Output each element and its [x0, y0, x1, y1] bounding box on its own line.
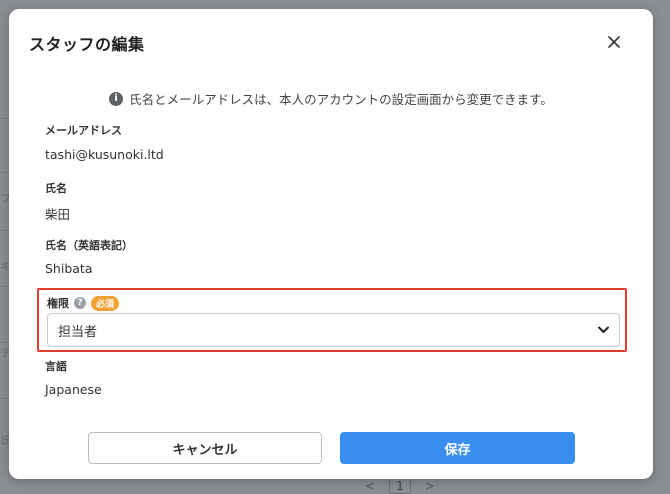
name-label: 氏名	[45, 182, 67, 195]
name-value: 柴田	[45, 207, 71, 222]
pagination-next: >	[424, 479, 435, 493]
permission-selected-value: 担当者	[58, 324, 98, 340]
required-badge: 必須	[91, 295, 120, 311]
email-label: メールアドレス	[45, 124, 122, 137]
help-icon[interactable]: ?	[74, 297, 86, 309]
pagination-page: 1	[389, 478, 411, 494]
info-icon: i	[109, 91, 124, 106]
modal-header: スタッフの編集	[29, 31, 633, 55]
permission-label: 権限	[47, 297, 69, 310]
pagination-prev: <	[365, 479, 376, 493]
permission-select[interactable]: 担当者	[47, 313, 620, 347]
name-en-label: 氏名（英語表記）	[45, 239, 133, 252]
chevron-down-icon	[598, 326, 609, 333]
save-button[interactable]: 保存	[340, 432, 575, 464]
email-value: tashi@kusunoki.ltd	[45, 147, 164, 162]
close-icon	[608, 36, 620, 48]
edit-staff-modal: スタッフの編集 i 氏名とメールアドレスは、本人のアカウントの設定画面から変更で…	[9, 9, 653, 479]
background-pagination: < 1 >	[365, 478, 435, 494]
permission-label-row: 権限 ? 必須	[47, 295, 120, 311]
info-text: 氏名とメールアドレスは、本人のアカウントの設定画面から変更できます。	[129, 92, 553, 107]
language-value: Japanese	[45, 382, 102, 397]
info-message: i 氏名とメールアドレスは、本人のアカウントの設定画面から変更できます。	[9, 89, 653, 108]
permission-field-highlight: 権限 ? 必須 担当者	[37, 288, 627, 352]
language-label: 言語	[45, 360, 67, 373]
cancel-button[interactable]: キャンセル	[88, 432, 322, 464]
name-en-value: Shibata	[45, 261, 93, 276]
modal-title: スタッフの編集	[29, 35, 145, 54]
close-button[interactable]	[603, 31, 625, 53]
